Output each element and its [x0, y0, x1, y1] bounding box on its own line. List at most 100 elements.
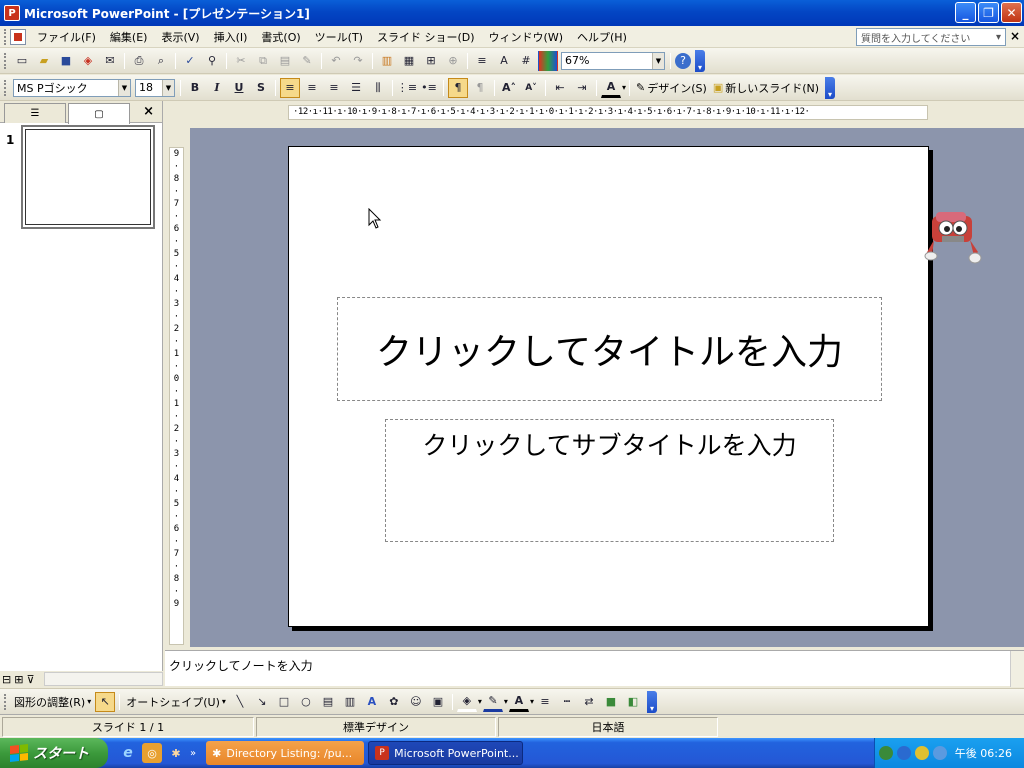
ltr-icon[interactable]: ¶ [448, 77, 468, 98]
new-icon[interactable]: ▭ [12, 51, 32, 71]
status-design[interactable]: 標準デザイン [256, 716, 496, 737]
title-bar[interactable]: P Microsoft PowerPoint - [プレゼンテーション1] _ … [0, 0, 1024, 26]
autoshapes-button[interactable]: オートシェイプ(U) ▾ [123, 694, 229, 710]
format-painter-icon[interactable]: ✎ [297, 51, 317, 71]
arrow-style-icon[interactable]: ⇄ [579, 692, 599, 712]
increase-indent-icon[interactable]: ⇥ [572, 78, 592, 98]
menu-tools[interactable]: ツール(T) [308, 27, 370, 47]
cut-icon[interactable]: ✂ [231, 51, 251, 71]
color-grayscale-icon[interactable] [538, 50, 558, 71]
menu-format[interactable]: 書式(O) [254, 27, 307, 47]
document-close-icon[interactable]: × [1010, 29, 1020, 43]
task-powerpoint[interactable]: P Microsoft PowerPoint... [368, 741, 524, 765]
new-slide-button[interactable]: ▣ 新しいスライド(N) [710, 80, 822, 96]
quicklaunch-misc-icon[interactable]: ✱ [166, 743, 186, 763]
underline-button[interactable]: U [229, 78, 249, 98]
permission-icon[interactable]: ◈ [78, 51, 98, 71]
rectangle-icon[interactable]: □ [274, 692, 294, 712]
paste-icon[interactable]: ▤ [275, 51, 295, 71]
hyperlink-icon[interactable]: ⊕ [443, 51, 463, 71]
line-style-icon[interactable]: ≡ [535, 692, 555, 712]
notes-pane[interactable]: クリックしてノートを入力 [165, 650, 1024, 687]
font-select[interactable]: MS Pゴシック ▼ [13, 78, 131, 97]
design-button[interactable]: ✎ デザイン(S) [633, 80, 710, 96]
chevron-down-icon[interactable]: ▼ [652, 52, 664, 69]
rtl-icon[interactable]: ¶ [470, 78, 490, 98]
chevron-down-icon[interactable]: ▾ [996, 32, 1001, 43]
toolbar-options-icon[interactable]: ▾ [695, 49, 705, 72]
help-icon[interactable]: ? [675, 52, 691, 69]
menu-file[interactable]: ファイル(F) [30, 27, 103, 47]
menu-slideshow[interactable]: スライド ショー(D) [370, 27, 482, 47]
increase-font-icon[interactable]: A˄ [499, 78, 519, 98]
vertical-textbox-icon[interactable]: ▥ [340, 692, 360, 712]
office-assistant-icon[interactable] [922, 208, 984, 266]
document-icon[interactable] [10, 28, 26, 45]
line-color-icon[interactable]: ✎ [482, 692, 503, 712]
normal-view-icon[interactable]: ⊟ [2, 673, 11, 686]
quicklaunch-app-icon[interactable]: ◎ [142, 743, 162, 763]
volume-icon[interactable] [932, 746, 947, 760]
subtitle-placeholder[interactable]: クリックしてサブタイトルを入力 [385, 419, 834, 542]
save-icon[interactable]: ■ [56, 51, 76, 71]
print-preview-icon[interactable]: ⌕ [151, 51, 171, 71]
align-right-icon[interactable]: ≡ [324, 78, 344, 98]
diagram-icon[interactable]: ✿ [384, 692, 404, 712]
distributed-icon[interactable]: ⫼ [368, 78, 388, 98]
restore-button[interactable]: ❐ [978, 2, 999, 23]
notes-scrollbar[interactable] [1010, 651, 1024, 687]
spelling-icon[interactable]: ✓ [180, 51, 200, 71]
slide-workspace[interactable]: クリックしてタイトルを入力 クリックしてサブタイトルを入力 [190, 128, 1024, 647]
insert-table-icon[interactable]: ▦ [399, 51, 419, 71]
dash-style-icon[interactable]: ┅ [557, 692, 577, 712]
toolbar-grip[interactable] [4, 28, 8, 45]
fill-color-icon[interactable]: ◈ [456, 692, 477, 712]
title-placeholder[interactable]: クリックしてタイトルを入力 [337, 297, 882, 401]
font-size-select[interactable]: 18 ▼ [135, 78, 175, 97]
task-directory-listing[interactable]: ✱ Directory Listing: /pu... [206, 741, 365, 765]
chevron-down-icon[interactable]: ▼ [118, 79, 130, 96]
chevron-down-icon[interactable]: ▼ [162, 79, 174, 96]
shadow-style-icon[interactable]: ■ [601, 692, 621, 712]
email-icon[interactable]: ✉ [100, 51, 120, 71]
chevron-down-icon[interactable]: ▾ [622, 83, 626, 92]
line-icon[interactable]: ╲ [230, 692, 250, 712]
toolbar-options-icon[interactable]: ▾ [825, 76, 836, 99]
oval-icon[interactable]: ○ [296, 692, 316, 712]
tab-outline[interactable]: ☰ [4, 103, 66, 123]
tab-slides[interactable]: ▢ [68, 103, 130, 124]
help-question-input[interactable]: 質問を入力してください ▾ [856, 28, 1006, 46]
menu-edit[interactable]: 編集(E) [103, 27, 155, 47]
draw-menu-button[interactable]: 図形の調整(R) ▾ [11, 694, 94, 710]
textbox-icon[interactable]: ▤ [318, 692, 338, 712]
start-button[interactable]: スタート [0, 738, 108, 768]
bold-button[interactable]: B [185, 78, 205, 98]
wordart-icon[interactable]: A [362, 692, 382, 712]
picture-icon[interactable]: ▣ [428, 692, 448, 712]
expand-all-icon[interactable]: ≡ [472, 51, 492, 71]
minimize-button[interactable]: _ [955, 2, 976, 23]
toolbar-grip[interactable] [4, 79, 8, 96]
slide-sorter-icon[interactable]: ⊞ [14, 673, 23, 686]
font-color-icon[interactable]: A [601, 78, 621, 98]
research-icon[interactable]: ⚲ [202, 51, 222, 71]
grid-icon[interactable]: # [516, 51, 536, 71]
chevron-down-icon[interactable]: ▾ [478, 697, 482, 706]
internet-explorer-icon[interactable]: e [118, 743, 138, 763]
security-icon[interactable] [914, 746, 929, 760]
chevron-down-icon[interactable]: ▾ [504, 697, 508, 706]
3d-style-icon[interactable]: ◧ [623, 692, 643, 712]
numbering-icon[interactable]: ⋮≡ [397, 78, 417, 98]
toolbar-grip[interactable] [4, 693, 8, 710]
arrow-icon[interactable]: ↘ [252, 692, 272, 712]
print-icon[interactable]: ⎙ [129, 51, 149, 71]
menu-help[interactable]: ヘルプ(H) [570, 27, 634, 47]
shadow-button[interactable]: S [251, 78, 271, 98]
decrease-indent-icon[interactable]: ⇤ [550, 78, 570, 98]
slide-canvas[interactable]: クリックしてタイトルを入力 クリックしてサブタイトルを入力 [288, 146, 929, 627]
undo-icon[interactable]: ↶ [326, 51, 346, 71]
show-formatting-icon[interactable]: A [494, 51, 514, 71]
globe-icon[interactable] [896, 746, 911, 760]
slideshow-view-icon[interactable]: ⊽ [26, 673, 34, 686]
quicklaunch-more-icon[interactable]: » [190, 748, 196, 759]
